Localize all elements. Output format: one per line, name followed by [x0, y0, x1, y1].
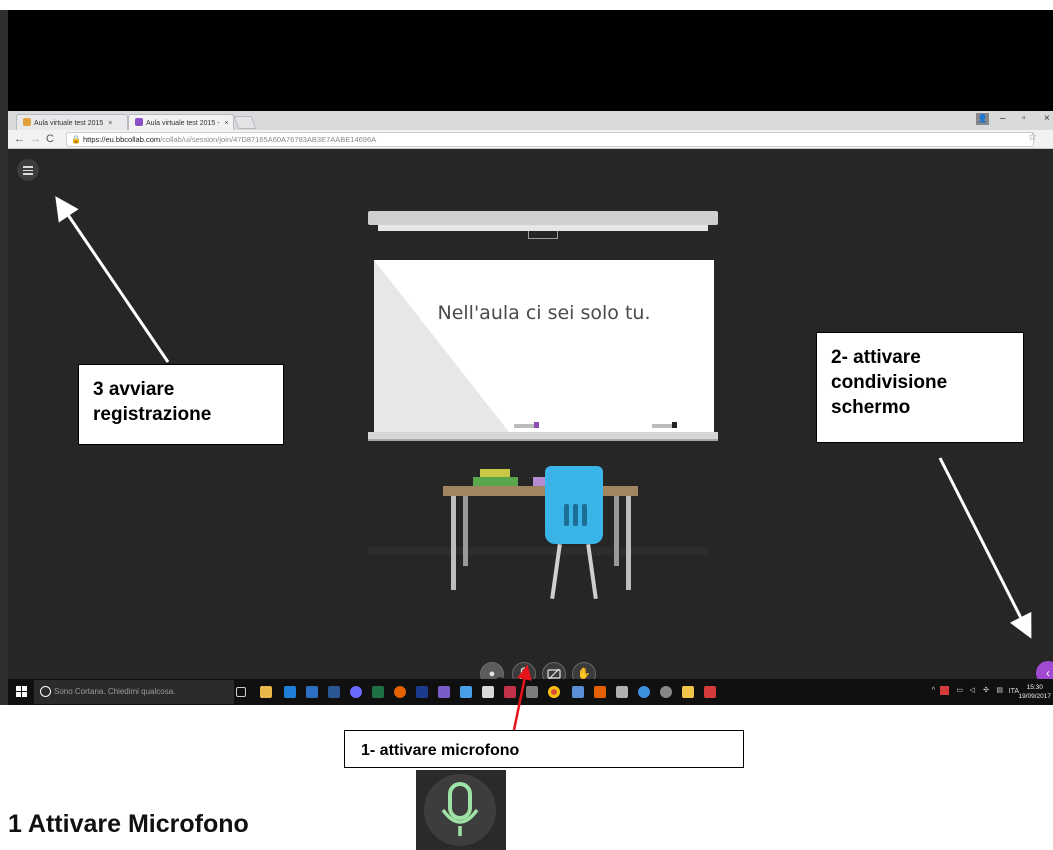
lock-icon: 🔒 [71, 135, 81, 144]
favicon-icon [23, 118, 31, 126]
desk-leg [626, 496, 631, 590]
desk-leg [463, 496, 468, 566]
cortana-search-box[interactable]: Sono Cortana. Chiedimi qualcosa. [34, 680, 234, 704]
document-page: Aula virtuale test 2015 × Aula virtuale t… [0, 0, 1053, 850]
app-icon[interactable] [460, 686, 472, 698]
store-icon[interactable] [306, 686, 318, 698]
clock-time: 15:30 [1026, 684, 1043, 691]
desk-illustration [443, 486, 638, 496]
chair-slot [573, 504, 578, 526]
app-icon[interactable] [660, 686, 672, 698]
app-icon[interactable] [682, 686, 694, 698]
tray-app-icon[interactable] [940, 686, 949, 695]
annotation-text: 3 avviare [93, 379, 175, 400]
reload-icon[interactable]: C [46, 133, 54, 145]
tab-close-icon[interactable]: × [108, 120, 112, 127]
annotation-start-recording: 3 avviare registrazione [78, 364, 284, 445]
tab-aula-virtuale-2[interactable]: Aula virtuale test 2015 - × [128, 114, 234, 130]
close-window-button[interactable]: × [1044, 113, 1050, 124]
windows-start-button[interactable] [16, 686, 28, 698]
desk-leg [614, 496, 619, 566]
whiteboard: Nell'aula ci sei solo tu. [374, 260, 714, 432]
annotation-text: schermo [831, 397, 911, 418]
excel-icon[interactable] [372, 686, 384, 698]
windows-taskbar: Sono Cortana. Chiedimi qualcosa. ^ ▭ ◁ ✣… [8, 679, 1053, 705]
browser-address-bar: ← → C 🔒 https://eu.bbcollab.com/collab/ui… [8, 130, 1053, 149]
app-icon[interactable] [526, 686, 538, 698]
app-icon[interactable] [504, 686, 516, 698]
app-icon[interactable] [572, 686, 584, 698]
app-icon[interactable] [594, 686, 606, 698]
language-indicator[interactable]: ITA [1009, 688, 1019, 695]
notifications-icon[interactable]: ▤ [996, 686, 1003, 694]
chair-slot [564, 504, 569, 526]
url-path: /collab/ui/session/join/47D87165A60A7678… [160, 135, 377, 144]
annotation-text: condivisione [831, 372, 948, 393]
annotation-text: registrazione [93, 404, 212, 425]
cortana-placeholder: Sono Cortana. Chiedimi qualcosa. [54, 687, 176, 696]
forward-arrow-icon[interactable]: → [30, 133, 41, 145]
session-menu-button[interactable] [17, 159, 39, 181]
edge-browser-icon[interactable] [284, 686, 296, 698]
book-illustration [480, 469, 510, 477]
tray-chevron-icon[interactable]: ^ [932, 687, 935, 694]
favicon-icon [135, 118, 143, 126]
photoshop-icon[interactable] [416, 686, 428, 698]
app-icon[interactable] [482, 686, 494, 698]
tray-app-icon[interactable]: ✣ [983, 686, 989, 694]
annotation-screen-share: 2- attivare condivisione schermo [816, 332, 1024, 443]
tab-label: Aula virtuale test 2015 - [146, 120, 220, 127]
app-icon[interactable] [638, 686, 650, 698]
desk-leg [451, 496, 456, 590]
microphone-icon [441, 782, 479, 836]
projector-screen-case [368, 211, 718, 225]
bookmark-star-icon[interactable]: ☆ [1028, 132, 1037, 143]
book-illustration [473, 477, 518, 486]
marker [514, 424, 536, 428]
empty-room-message: Nell'aula ci sei solo tu. [437, 302, 651, 324]
annotation-text: 1- attivare microfono [361, 742, 520, 759]
whiteboard-ledge [368, 432, 718, 441]
user-profile-icon[interactable]: 👤 [976, 113, 989, 125]
app-icon[interactable] [616, 686, 628, 698]
marker [652, 424, 672, 428]
firefox-icon[interactable] [394, 686, 406, 698]
clock-date: 19/09/2017 [1018, 693, 1051, 700]
app-icon[interactable] [350, 686, 362, 698]
section-heading: 1 Attivare Microfono [8, 810, 249, 838]
back-arrow-icon[interactable]: ← [14, 133, 25, 145]
taskbar-clock[interactable]: 15:30 19/09/2017 [1018, 683, 1051, 701]
maximize-button[interactable]: ▫ [1022, 113, 1026, 124]
tab-close-icon[interactable]: × [225, 120, 229, 127]
annotation-microphone: 1- attivare microfono [344, 730, 744, 768]
whiteboard-shadow [374, 260, 509, 432]
pdf-reader-icon[interactable] [704, 686, 716, 698]
floor-shadow [368, 547, 708, 555]
projector-screen-handle [528, 231, 558, 239]
browser-tab-bar: Aula virtuale test 2015 × Aula virtuale t… [8, 111, 1053, 130]
url-host: https://eu.bbcollab.com [83, 135, 161, 144]
black-header-area [8, 10, 1053, 111]
url-field[interactable]: 🔒 https://eu.bbcollab.com/collab/ui/sessi… [66, 132, 1034, 147]
file-explorer-icon[interactable] [260, 686, 272, 698]
word-icon[interactable] [328, 686, 340, 698]
microphone-icon-closeup [416, 770, 506, 850]
annotation-text: 2- attivare [831, 347, 921, 368]
collab-panel-icon: ‹ [1046, 666, 1050, 680]
app-icon[interactable] [438, 686, 450, 698]
minimize-button[interactable]: – [1000, 113, 1006, 124]
tab-label: Aula virtuale test 2015 [34, 120, 104, 127]
task-view-icon[interactable] [236, 687, 246, 697]
new-tab-button[interactable] [233, 116, 257, 129]
network-icon[interactable]: ▭ [956, 686, 963, 694]
cortana-icon [40, 686, 51, 697]
chrome-icon[interactable] [548, 686, 560, 698]
marker [534, 422, 539, 428]
volume-icon[interactable]: ◁ [970, 686, 975, 694]
tab-aula-virtuale-1[interactable]: Aula virtuale test 2015 × [16, 114, 128, 130]
marker [672, 422, 677, 428]
chair-slot [582, 504, 587, 526]
